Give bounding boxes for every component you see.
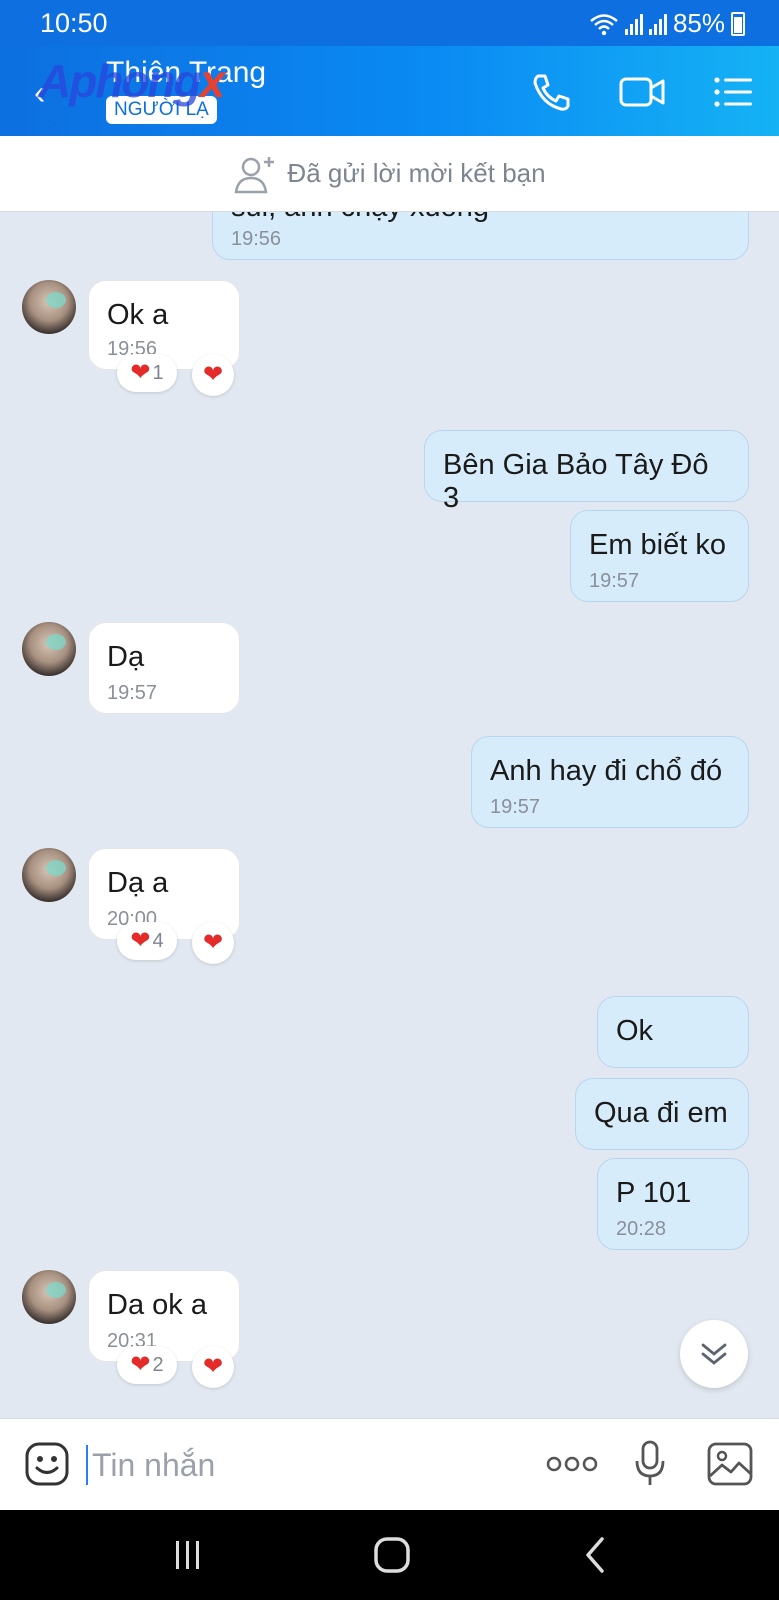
sticker-icon[interactable] [24, 1441, 70, 1487]
more-icon[interactable] [546, 1449, 598, 1479]
message-text: Em biết ko [589, 529, 726, 561]
recent-apps-icon[interactable] [168, 1535, 208, 1575]
status-time: 10:50 [40, 8, 108, 38]
reaction-count: 1 [152, 361, 164, 384]
menu-icon[interactable] [710, 68, 758, 116]
message-text: Qua đi em [594, 1097, 728, 1129]
reaction-summary[interactable]: ❤ 4 [117, 922, 177, 960]
message-text: Dạ a [107, 867, 169, 899]
scroll-down-button[interactable] [680, 1320, 748, 1388]
signal-icon [624, 13, 643, 35]
video-call-icon[interactable] [618, 68, 666, 116]
back-icon[interactable] [576, 1535, 616, 1575]
message-time: 19:57 [107, 682, 158, 704]
message-bubble[interactable]: sui, anh chạy xuống 19:56 [212, 212, 749, 260]
message-time: 19:57 [490, 796, 541, 818]
message-bubble[interactable]: P 101 20:28 [597, 1158, 749, 1250]
message-bubble[interactable]: Dạ 19:57 [88, 622, 240, 714]
system-nav-bar [0, 1510, 779, 1600]
avatar[interactable] [22, 848, 76, 902]
message-text: Anh hay đi chổ đó [490, 755, 723, 787]
message-text: Dạ [107, 641, 145, 673]
message-time: 19:56 [231, 228, 282, 250]
react-button[interactable]: ❤ [192, 1346, 234, 1388]
image-icon[interactable] [706, 1441, 754, 1487]
battery-icon [731, 11, 745, 36]
message-input[interactable] [86, 1445, 506, 1485]
message-text: Ok [616, 1015, 654, 1047]
message-time: 19:57 [589, 570, 640, 592]
status-icons: 85% [589, 8, 745, 39]
reaction-count: 4 [152, 929, 164, 952]
heart-icon: ❤ [130, 927, 151, 954]
message-text: P 101 [616, 1177, 692, 1209]
message-bubble[interactable]: Anh hay đi chổ đó 19:57 [471, 736, 749, 828]
message-bubble[interactable]: Qua đi em [575, 1078, 749, 1150]
watermark-logo: Aphongx [38, 55, 225, 107]
avatar[interactable] [22, 280, 76, 334]
heart-icon: ❤ [202, 361, 224, 388]
reaction-count: 2 [152, 1353, 164, 1376]
friend-request-text: Đã gửi lời mời kết bạn [287, 158, 546, 188]
reaction-summary[interactable]: ❤ 1 [117, 354, 177, 392]
message-time: 20:28 [616, 1218, 667, 1240]
mic-icon[interactable] [632, 1439, 668, 1489]
message-input-bar [0, 1418, 779, 1510]
battery-percent: 85% [672, 8, 725, 38]
home-icon[interactable] [372, 1535, 412, 1575]
message-text: Da ok a [107, 1289, 207, 1321]
heart-icon: ❤ [130, 1351, 151, 1378]
friend-request-bar: Đã gửi lời mời kết bạn [0, 136, 779, 212]
message-bubble[interactable]: Bên Gia Bảo Tây Đô 3 [424, 430, 749, 514]
avatar[interactable] [22, 1270, 76, 1324]
chat-header: ‹ Thiên Trang NGƯỜI LẠ Aphongx [0, 46, 779, 136]
react-button[interactable]: ❤ [192, 354, 234, 396]
reaction-summary[interactable]: ❤ 2 [117, 1346, 177, 1384]
phone-icon[interactable] [528, 68, 576, 116]
message-bubble[interactable]: Em biết ko 19:57 [570, 510, 749, 602]
message-text: sui, anh chạy xuống [231, 212, 489, 224]
add-friend-icon [234, 156, 275, 193]
message-text: Ok a [107, 299, 169, 331]
scroll-down-icon [701, 1343, 727, 1365]
status-bar: 10:50 85% [0, 0, 779, 46]
signal-icon [648, 13, 667, 35]
heart-icon: ❤ [202, 929, 224, 956]
wifi-icon [590, 13, 618, 35]
avatar[interactable] [22, 622, 76, 676]
heart-icon: ❤ [130, 359, 151, 386]
react-button[interactable]: ❤ [192, 922, 234, 964]
heart-icon: ❤ [202, 1353, 224, 1380]
message-text: Bên Gia Bảo Tây Đô 3 [443, 449, 709, 514]
message-bubble[interactable]: Ok [597, 996, 749, 1068]
chat-area[interactable]: sui, anh chạy xuống 19:56 Ok a 19:56 ❤1 … [0, 212, 779, 1418]
